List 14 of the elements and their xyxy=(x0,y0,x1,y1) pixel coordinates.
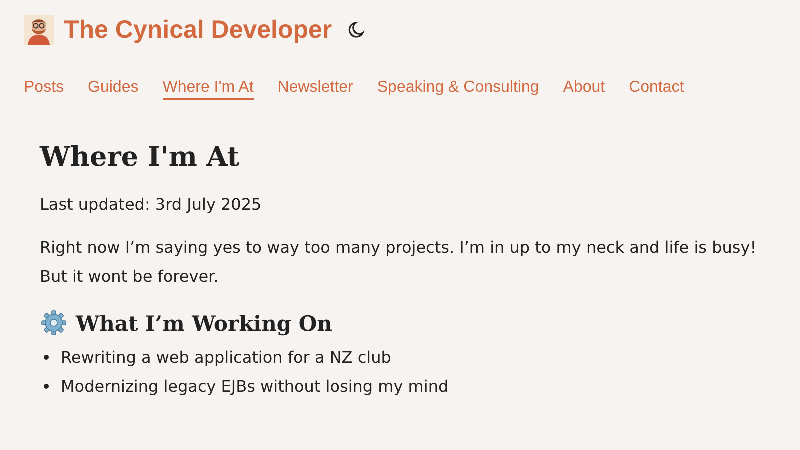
page-title: Where I'm At xyxy=(40,142,241,174)
site-title[interactable]: The Cynical Developer xyxy=(64,16,332,44)
list-item: Modernizing legacy EJBs without losing my mind xyxy=(61,376,449,398)
nav-link[interactable]: Where I'm At xyxy=(162,79,254,100)
nav-link[interactable]: Guides xyxy=(88,79,139,100)
nav-link[interactable]: Speaking & Consulting xyxy=(377,79,540,100)
intro-paragraph: Right now I’m saying yes to way too many projects. I’m in up to my neck and life is busy! But it wont be forever. xyxy=(40,237,758,288)
list-item: Rewriting a web application for a NZ club xyxy=(61,347,392,370)
nav-link[interactable]: About xyxy=(563,79,606,100)
nav-link[interactable]: Newsletter xyxy=(278,79,354,100)
nav-link[interactable]: Posts xyxy=(24,79,64,100)
nav-link[interactable]: Contact xyxy=(629,79,684,100)
updated-date: Last updated: 3rd July 2025 xyxy=(40,194,263,216)
section-heading: What I’m Working On xyxy=(76,310,332,336)
